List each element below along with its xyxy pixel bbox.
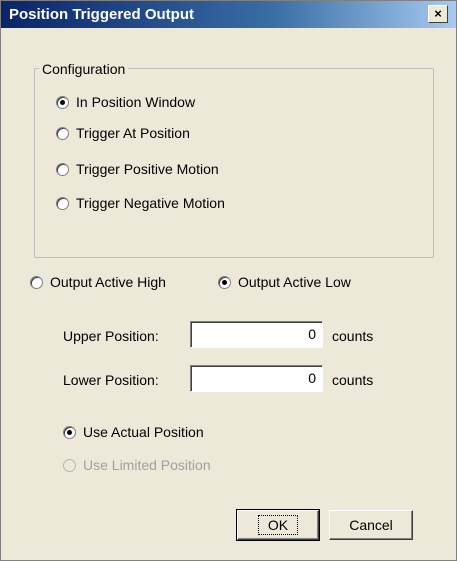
close-icon: ×	[434, 6, 442, 21]
radio-label: Output Active Low	[238, 274, 351, 290]
radio-button-icon[interactable]	[30, 275, 43, 289]
configuration-group-label: Configuration	[39, 61, 129, 77]
lower-position-field[interactable]: 0	[190, 365, 323, 392]
title-bar[interactable]: Position Triggered Output ×	[1, 1, 456, 28]
radio-button-icon[interactable]	[218, 275, 231, 289]
close-button[interactable]: ×	[428, 5, 448, 23]
radio-label: Output Active High	[50, 274, 166, 290]
radio-label: Use Actual Position	[83, 424, 204, 440]
radio-label: Trigger At Position	[76, 125, 190, 141]
radio-trigger-positive-motion[interactable]: Trigger Positive Motion	[56, 161, 219, 177]
upper-position-unit: counts	[332, 328, 374, 344]
radio-label: Trigger Negative Motion	[76, 195, 225, 211]
radio-button-icon[interactable]	[56, 162, 69, 176]
radio-button-icon[interactable]	[56, 95, 69, 109]
radio-button-icon	[63, 458, 76, 472]
position-triggered-output-dialog: Position Triggered Output × Configuratio…	[0, 0, 457, 561]
upper-position-field[interactable]: 0	[190, 321, 323, 348]
lower-position-label: Lower Position:	[63, 372, 159, 388]
lower-position-unit: counts	[332, 372, 374, 388]
radio-output-active-high[interactable]: Output Active High	[30, 274, 166, 290]
cancel-button[interactable]: Cancel	[329, 510, 413, 540]
radio-trigger-at-position[interactable]: Trigger At Position	[56, 125, 190, 141]
ok-button-label: OK	[257, 515, 299, 535]
radio-trigger-negative-motion[interactable]: Trigger Negative Motion	[56, 195, 225, 211]
radio-label: In Position Window	[76, 94, 196, 110]
upper-position-label: Upper Position:	[63, 328, 159, 344]
radio-use-limited-position: Use Limited Position	[63, 457, 211, 473]
ok-button[interactable]: OK	[236, 509, 320, 541]
radio-button-icon[interactable]	[56, 126, 69, 140]
radio-button-icon[interactable]	[56, 196, 69, 210]
radio-in-position-window[interactable]: In Position Window	[56, 94, 195, 110]
cancel-button-label: Cancel	[349, 517, 393, 533]
dialog-title: Position Triggered Output	[9, 6, 194, 23]
radio-button-icon[interactable]	[63, 425, 76, 439]
radio-label: Trigger Positive Motion	[76, 161, 219, 177]
radio-output-active-low[interactable]: Output Active Low	[218, 274, 351, 290]
radio-label: Use Limited Position	[83, 457, 211, 473]
radio-use-actual-position[interactable]: Use Actual Position	[63, 424, 204, 440]
